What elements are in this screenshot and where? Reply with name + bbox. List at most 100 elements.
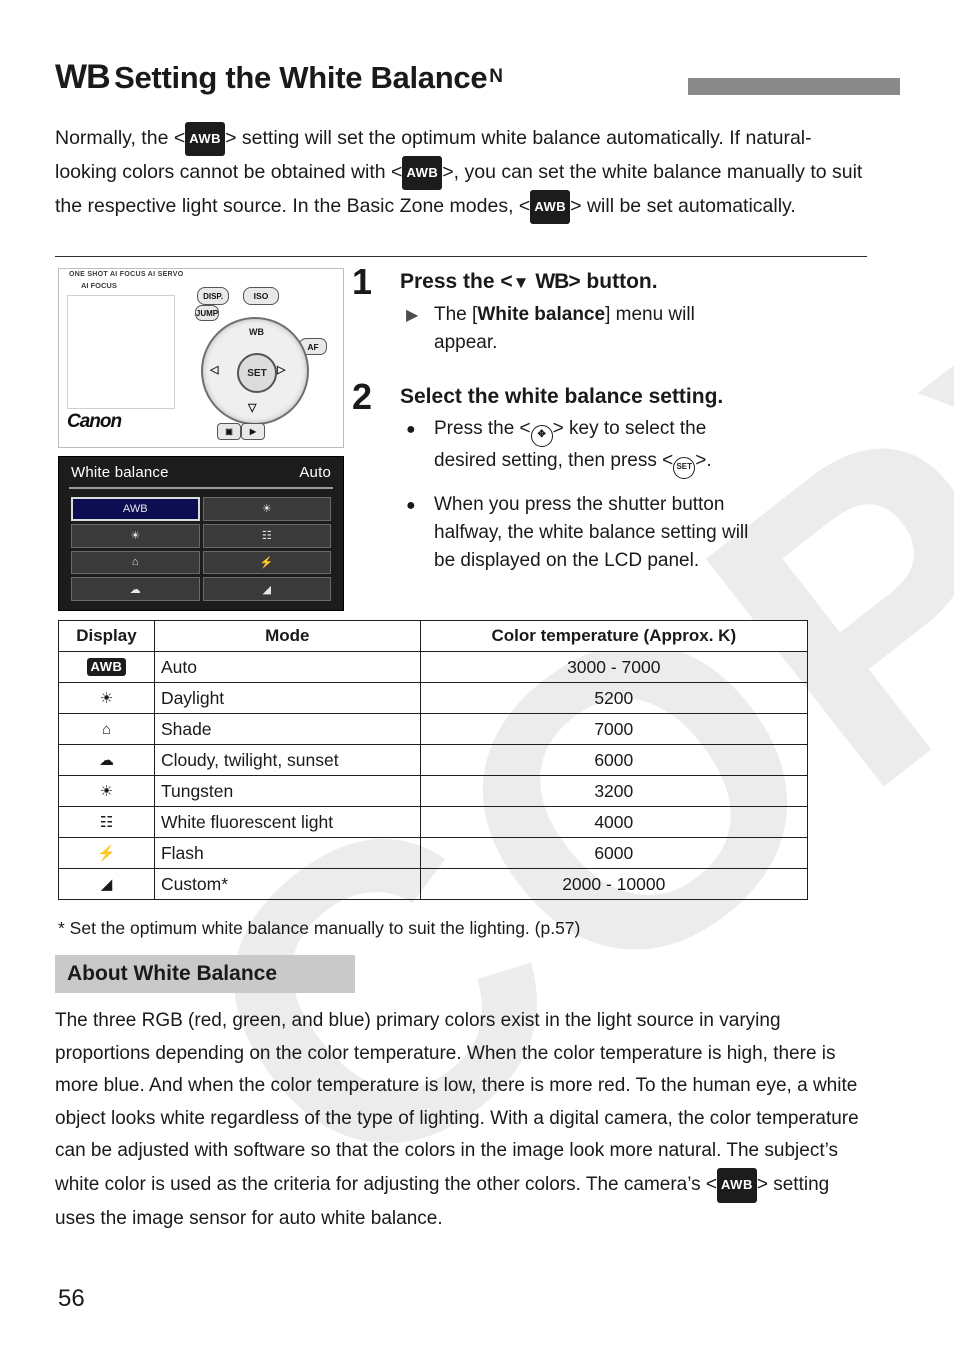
camera-iso-button: ISO <box>243 287 279 305</box>
step-2: 2 Select the white balance setting. ● Pr… <box>352 379 872 575</box>
table-row: ☷ White fluorescent light 4000 <box>58 806 809 838</box>
wb-option-custom: ◢ <box>202 577 331 601</box>
camera-af-mode-label: ONE SHOT AI FOCUS AI SERVO <box>69 271 184 278</box>
horizontal-rule <box>55 256 867 257</box>
title-decorative-bar <box>688 78 900 95</box>
step-1-bullet-text-a: The [ <box>434 304 478 325</box>
page-title: WB Setting the White Balance N <box>55 58 900 106</box>
row-temp-cloudy: 6000 <box>419 744 809 776</box>
wb-menu-option-grid: AWB ☀ ☀ ☷ ⌂ ⚡ ☁ ◢ <box>71 497 331 601</box>
about-section-body: The three RGB (red, green, and blue) pri… <box>55 1005 863 1236</box>
table-header-row: Display Mode Color temperature (Approx. … <box>58 620 809 652</box>
row-temp-flash: 6000 <box>419 837 809 869</box>
about-section-heading: About White Balance <box>55 955 355 993</box>
white-balance-table: Display Mode Color temperature (Approx. … <box>58 620 809 900</box>
camera-brand-logo: Canon <box>67 411 122 432</box>
step-2-bullet2-text-b: halfway, the white balance setting will <box>434 522 749 543</box>
step-2-heading: Select the white balance setting. <box>400 385 724 408</box>
row-icon-daylight: ☀ <box>58 682 155 714</box>
row-temp-tungsten: 3200 <box>419 775 809 807</box>
table-row: ☀ Daylight 5200 <box>58 682 809 714</box>
awb-icon: AWB <box>402 156 443 190</box>
awb-icon: AWB <box>86 658 127 676</box>
awb-icon: AWB <box>717 1167 757 1203</box>
wb-option-cloudy: ☁ <box>71 577 200 601</box>
step-2-bullet-2: ● When you press the shutter button half… <box>400 491 872 575</box>
row-icon-custom: ◢ <box>58 868 155 900</box>
camera-erase-button: ▣ <box>217 423 241 440</box>
step-2-bullet1-text-b: > key to select the <box>552 418 707 439</box>
set-key-icon: SET <box>673 457 696 479</box>
step-2-body: ● Press the < ✥ > key to select the desire… <box>400 415 872 575</box>
page-number: 56 <box>58 1285 85 1312</box>
step-2-bullet1-text-a: Press the < <box>434 418 531 439</box>
camera-dial-left-arrow-icon: ◁ <box>210 364 219 376</box>
intro-line1b: > setting will set the optimum white bal… <box>225 127 601 149</box>
intro-line1a: Normally, the < <box>55 127 186 149</box>
step-1-body: ▶ The [White balance] menu will appear. <box>400 301 872 357</box>
intro-line4a: source. In the Basic Zone modes, < <box>223 195 531 217</box>
camera-dial-right-arrow-icon: ▷ <box>277 364 286 376</box>
camera-af-focus-label: AI FOCUS <box>81 281 117 290</box>
table-header-mode: Mode <box>153 620 421 652</box>
row-mode-custom: Custom* <box>153 868 421 900</box>
table-row: ⌂ Shade 7000 <box>58 713 809 745</box>
row-temp-fluorescent: 4000 <box>419 806 809 838</box>
step-1-number: 1 <box>352 261 373 302</box>
step-2-bullet2-text-c: be displayed on the LCD panel. <box>434 550 700 571</box>
row-temp-daylight: 5200 <box>419 682 809 714</box>
step-2-number: 2 <box>352 376 373 417</box>
step-2-bullet-1: ● Press the < ✥ > key to select the desire… <box>400 415 872 479</box>
row-mode-cloudy: Cloudy, twilight, sunset <box>153 744 421 776</box>
row-icon-auto: AWB <box>58 651 155 683</box>
awb-icon: AWB <box>530 190 571 224</box>
row-icon-shade: ⌂ <box>58 713 155 745</box>
row-mode-auto: Auto <box>153 651 421 683</box>
wb-option-flash: ⚡ <box>202 550 331 575</box>
camera-disp-button: DISP. <box>197 287 229 305</box>
title-wb-icon: WB <box>55 58 111 96</box>
camera-lcd-screen <box>67 295 175 409</box>
step-1-bullet-text-c: appear. <box>434 332 498 353</box>
page-title-text: Setting the White Balance <box>114 60 488 95</box>
row-mode-fluorescent: White fluorescent light <box>153 806 421 838</box>
wb-option-daylight: ☀ <box>71 523 200 548</box>
wb-menu-title: White balance <box>71 463 169 481</box>
camera-playback-button: ▶ <box>241 423 265 440</box>
about-line8a: camera’s < <box>623 1173 717 1195</box>
step-2-bullet1-text-d: >. <box>695 450 712 471</box>
table-row: ☀ Tungsten 3200 <box>58 775 809 807</box>
awb-icon: AWB <box>185 122 226 156</box>
triangle-bullet-icon: ▶ <box>406 307 419 324</box>
wb-option-auto: AWB <box>71 497 200 521</box>
step-1-wb-icon: WB <box>535 270 569 293</box>
wb-menu-divider <box>69 487 333 489</box>
step-2-bullet2-text-a: When you press the shutter button <box>434 494 725 515</box>
row-temp-shade: 7000 <box>419 713 809 745</box>
step-1: 1 Press the <▼ WB> button. ▶ The [White … <box>352 264 872 357</box>
row-mode-shade: Shade <box>153 713 421 745</box>
wb-option-shade: ⌂ <box>71 550 200 575</box>
camera-set-button: SET <box>237 353 277 393</box>
about-line6: adjusted with software so that the color… <box>117 1140 760 1161</box>
camera-control-cluster: DISP. ISO JUMP AF WB ◁ ▷ ▽ SET ▣ ▶ <box>177 281 337 443</box>
table-header-display: Display <box>58 620 155 652</box>
table-row: ◢ Custom* 2000 - 10000 <box>58 868 809 900</box>
wb-option-fluorescent: ☷ <box>202 523 331 548</box>
intro-paragraph: Normally, the < AWB > setting will set the… <box>55 122 865 224</box>
row-mode-daylight: Daylight <box>153 682 421 714</box>
table-footnote: * Set the optimum white balance manually… <box>58 918 581 938</box>
row-temp-auto: 3000 - 7000 <box>419 651 809 683</box>
camera-dial-down-arrow-icon: ▽ <box>248 402 257 414</box>
step-1-bullet-text-b: ] menu will <box>605 304 695 325</box>
row-temp-custom: 2000 - 10000 <box>419 868 809 900</box>
wb-menu-header: White balance Auto <box>59 457 343 487</box>
step-1-heading: Press the <▼ WB> button. <box>400 270 658 293</box>
white-balance-menu-screenshot: White balance Auto AWB ☀ ☀ ☷ ⌂ ⚡ ☁ ◢ <box>58 456 344 611</box>
step-1-bullet-bold: White balance <box>477 304 606 325</box>
intro-line4b: > will be set automatically. <box>570 195 796 217</box>
table-header-temperature: Color temperature (Approx. K) <box>419 620 809 652</box>
row-icon-fluorescent: ☷ <box>58 806 155 838</box>
page-content: WB Setting the White Balance N Normally, … <box>0 0 954 1345</box>
table-row: ☁ Cloudy, twilight, sunset 6000 <box>58 744 809 776</box>
